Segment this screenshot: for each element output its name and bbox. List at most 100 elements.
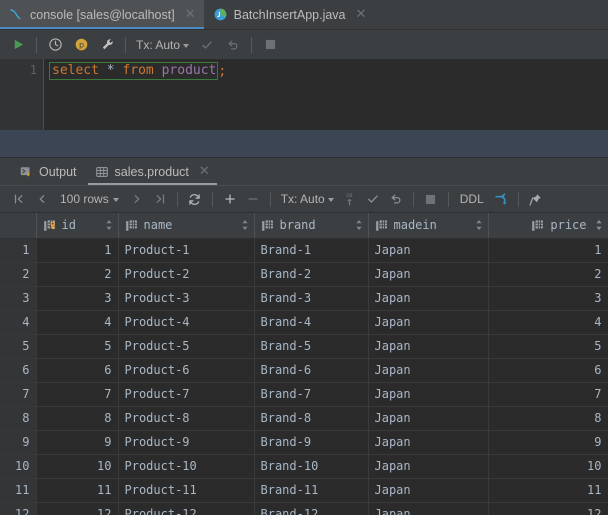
first-page-button[interactable]: [8, 189, 30, 209]
table-row[interactable]: 5 5 Product-5 Brand-5 Japan 5: [0, 334, 608, 359]
cell-madein[interactable]: Japan: [368, 334, 489, 359]
ddl-button[interactable]: DDL: [455, 192, 489, 206]
cell-madein[interactable]: Japan: [368, 478, 489, 503]
table-row[interactable]: 4 4 Product-4 Brand-4 Japan 4: [0, 310, 608, 335]
cell-name[interactable]: Product-6: [118, 358, 255, 383]
output-tab-sales-product[interactable]: sales.product ✕: [86, 158, 219, 185]
grid-tx-mode-dropdown[interactable]: Tx: Auto: [277, 189, 338, 209]
cell-brand[interactable]: Brand-2: [254, 262, 369, 287]
cell-madein[interactable]: Japan: [368, 262, 489, 287]
reload-button[interactable]: [184, 189, 206, 209]
cell-madein[interactable]: Japan: [368, 310, 489, 335]
table-row[interactable]: 3 3 Product-3 Brand-3 Japan 3: [0, 286, 608, 311]
sql-editor[interactable]: 1 select * from product;: [0, 59, 608, 130]
cell-name[interactable]: Product-11: [118, 478, 255, 503]
tab-batchinsertapp-java[interactable]: BatchInsertApp.java ✕: [204, 0, 375, 29]
cell-price[interactable]: 4: [488, 310, 608, 335]
output-tab-output[interactable]: Output: [10, 158, 86, 185]
cell-name[interactable]: Product-7: [118, 382, 255, 407]
next-page-button[interactable]: [126, 189, 148, 209]
delete-row-button[interactable]: [242, 189, 264, 209]
cell-name[interactable]: Product-10: [118, 454, 255, 479]
cell-name[interactable]: Product-12: [118, 502, 255, 515]
cell-madein[interactable]: Japan: [368, 286, 489, 311]
table-row[interactable]: 7 7 Product-7 Brand-7 Japan 7: [0, 382, 608, 407]
cell-madein[interactable]: Japan: [368, 502, 489, 515]
cell-name[interactable]: Product-1: [118, 238, 255, 263]
cell-madein[interactable]: Japan: [368, 454, 489, 479]
column-header-madein[interactable]: madein: [368, 213, 489, 239]
db-upload-button[interactable]: DB: [339, 189, 361, 209]
cell-madein[interactable]: Japan: [368, 238, 489, 263]
transpose-button[interactable]: [490, 189, 512, 209]
table-row[interactable]: 6 6 Product-6 Brand-6 Japan 6: [0, 358, 608, 383]
table-row[interactable]: 8 8 Product-8 Brand-8 Japan 8: [0, 406, 608, 431]
grid-rollback-button[interactable]: [385, 189, 407, 209]
last-page-button[interactable]: [149, 189, 171, 209]
cell-name[interactable]: Product-8: [118, 406, 255, 431]
cell-brand[interactable]: Brand-10: [254, 454, 369, 479]
cell-brand[interactable]: Brand-4: [254, 310, 369, 335]
cell-brand[interactable]: Brand-7: [254, 382, 369, 407]
profile-button[interactable]: p: [69, 34, 93, 56]
cell-price[interactable]: 6: [488, 358, 608, 383]
cell-brand[interactable]: Brand-11: [254, 478, 369, 503]
cell-price[interactable]: 9: [488, 430, 608, 455]
editor-output-splitter[interactable]: [0, 130, 608, 158]
cell-id[interactable]: 1: [36, 238, 119, 263]
cell-name[interactable]: Product-9: [118, 430, 255, 455]
cell-brand[interactable]: Brand-8: [254, 406, 369, 431]
sort-toggle-icon[interactable]: [355, 219, 363, 231]
cell-id[interactable]: 7: [36, 382, 119, 407]
column-header-brand[interactable]: brand: [254, 213, 369, 239]
cell-madein[interactable]: Japan: [368, 358, 489, 383]
sort-toggle-icon[interactable]: [241, 219, 249, 231]
close-icon[interactable]: ✕: [356, 8, 367, 21]
add-row-button[interactable]: [219, 189, 241, 209]
cell-madein[interactable]: Japan: [368, 430, 489, 455]
cell-brand[interactable]: Brand-1: [254, 238, 369, 263]
cell-name[interactable]: Product-2: [118, 262, 255, 287]
cell-brand[interactable]: Brand-3: [254, 286, 369, 311]
settings-button[interactable]: [95, 34, 119, 56]
cell-brand[interactable]: Brand-9: [254, 430, 369, 455]
cell-brand[interactable]: Brand-12: [254, 502, 369, 515]
grid-commit-button[interactable]: [362, 189, 384, 209]
cell-id[interactable]: 10: [36, 454, 119, 479]
cell-name[interactable]: Product-4: [118, 310, 255, 335]
cell-price[interactable]: 12: [488, 502, 608, 515]
table-row[interactable]: 1 1 Product-1 Brand-1 Japan 1: [0, 238, 608, 263]
cell-price[interactable]: 2: [488, 262, 608, 287]
tx-mode-dropdown[interactable]: Tx: Auto: [132, 35, 193, 55]
table-row[interactable]: 2 2 Product-2 Brand-2 Japan 2: [0, 262, 608, 287]
cell-price[interactable]: 7: [488, 382, 608, 407]
cell-id[interactable]: 12: [36, 502, 119, 515]
cell-price[interactable]: 1: [488, 238, 608, 263]
sort-toggle-icon[interactable]: [595, 219, 603, 231]
cell-price[interactable]: 10: [488, 454, 608, 479]
history-button[interactable]: [43, 34, 67, 56]
cell-id[interactable]: 11: [36, 478, 119, 503]
sort-toggle-icon[interactable]: [475, 219, 483, 231]
cell-madein[interactable]: Japan: [368, 406, 489, 431]
stop-button[interactable]: [258, 34, 282, 56]
table-row[interactable]: 9 9 Product-9 Brand-9 Japan 9: [0, 430, 608, 455]
cell-brand[interactable]: Brand-6: [254, 358, 369, 383]
prev-page-button[interactable]: [31, 189, 53, 209]
tab-console-sales-localhost[interactable]: console [sales@localhost] ✕: [0, 0, 204, 29]
cell-id[interactable]: 5: [36, 334, 119, 359]
cell-id[interactable]: 2: [36, 262, 119, 287]
column-header-price[interactable]: price: [488, 213, 608, 239]
result-grid[interactable]: id name brand madein price 1 1 Product-1…: [0, 213, 608, 515]
cell-id[interactable]: 4: [36, 310, 119, 335]
cell-price[interactable]: 5: [488, 334, 608, 359]
table-row[interactable]: 10 10 Product-10 Brand-10 Japan 10: [0, 454, 608, 479]
run-button[interactable]: [6, 34, 30, 56]
cell-price[interactable]: 8: [488, 406, 608, 431]
table-row[interactable]: 11 11 Product-11 Brand-11 Japan 11: [0, 478, 608, 503]
cell-madein[interactable]: Japan: [368, 382, 489, 407]
cell-price[interactable]: 3: [488, 286, 608, 311]
pin-button[interactable]: [525, 189, 547, 209]
cell-id[interactable]: 6: [36, 358, 119, 383]
grid-stop-button[interactable]: [420, 189, 442, 209]
